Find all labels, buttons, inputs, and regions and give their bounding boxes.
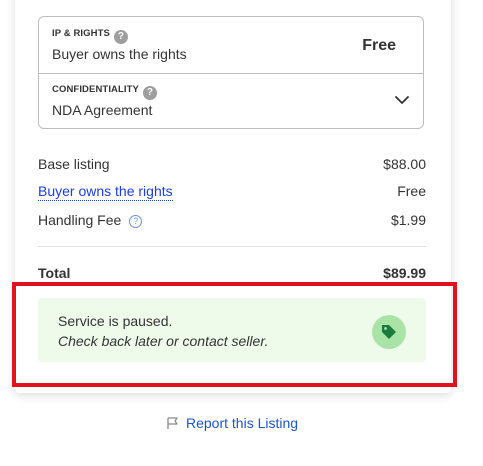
chevron-down-icon[interactable] (393, 91, 411, 109)
rights-row: Buyer owns the rights Free (38, 183, 426, 201)
confidentiality-select[interactable]: CONFIDENTIALITY? NDA Agreement (39, 73, 423, 129)
report-listing-label: Report this Listing (186, 415, 299, 431)
ip-rights-price: Free (362, 37, 396, 54)
ip-rights-label: IP & RIGHTS? (52, 28, 128, 44)
handling-fee-row: Handling Fee? $1.99 (38, 212, 426, 228)
listing-options-box: IP & RIGHTS? Buyer owns the rights Free … (38, 16, 424, 129)
help-icon[interactable]: ? (129, 215, 143, 228)
base-listing-amount: $88.00 (383, 156, 426, 172)
base-listing-label: Base listing (38, 156, 110, 172)
base-listing-row: Base listing $88.00 (38, 156, 426, 172)
service-paused-notice: Service is paused. Check back later or c… (38, 298, 426, 362)
flag-icon (167, 417, 178, 429)
notice-title: Service is paused. (58, 313, 173, 329)
total-label: Total (38, 265, 71, 281)
ip-rights-label-text: IP & RIGHTS (52, 28, 110, 39)
handling-fee-amount: $1.99 (390, 212, 426, 228)
total-amount: $89.99 (383, 265, 426, 281)
ip-rights-value: Buyer owns the rights (52, 46, 187, 62)
confidentiality-label-text: CONFIDENTIALITY (52, 84, 139, 95)
report-listing-link[interactable]: Report this Listing (166, 415, 298, 431)
help-icon[interactable]: ? (113, 30, 128, 44)
tag-icon (372, 315, 406, 349)
total-row: Total $89.99 (38, 265, 426, 281)
rights-amount: Free (397, 183, 426, 199)
rights-link[interactable]: Buyer owns the rights (38, 183, 173, 201)
ip-rights-option[interactable]: IP & RIGHTS? Buyer owns the rights Free (39, 17, 423, 74)
divider (38, 246, 426, 247)
confidentiality-label: CONFIDENTIALITY? (52, 84, 157, 100)
help-icon[interactable]: ? (143, 86, 157, 100)
confidentiality-value: NDA Agreement (52, 102, 153, 118)
handling-fee-label: Handling Fee (38, 212, 122, 228)
notice-subtitle: Check back later or contact seller. (58, 333, 269, 349)
